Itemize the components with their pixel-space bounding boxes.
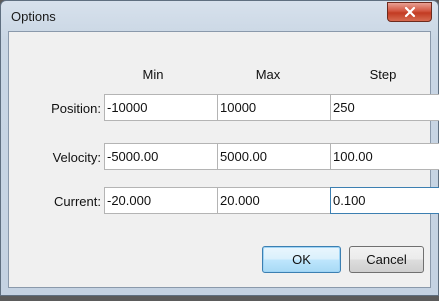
close-icon — [404, 6, 415, 18]
current-step-field[interactable] — [330, 187, 439, 214]
close-button[interactable] — [387, 2, 432, 22]
current-min-field[interactable] — [104, 187, 219, 214]
cancel-button[interactable]: Cancel — [349, 246, 424, 273]
position-step-field[interactable] — [330, 94, 439, 121]
velocity-min-field[interactable] — [104, 143, 219, 170]
current-label: Current: — [54, 194, 101, 209]
position-min-field[interactable] — [104, 94, 219, 121]
current-max-field[interactable] — [217, 187, 332, 214]
options-dialog: Options Min Max Step Position: Velocity:… — [0, 0, 439, 296]
title-bar[interactable]: Options — [1, 1, 438, 31]
dialog-body: Min Max Step Position: Velocity: Current… — [8, 31, 439, 288]
column-header-max: Max — [255, 67, 281, 82]
ok-button[interactable]: OK — [262, 246, 341, 273]
column-header-min: Min — [142, 67, 164, 82]
velocity-label: Velocity: — [52, 150, 101, 165]
velocity-step-field[interactable] — [330, 143, 439, 170]
velocity-max-field[interactable] — [217, 143, 332, 170]
column-header-step: Step — [369, 67, 397, 82]
dialog-title: Options — [11, 9, 56, 24]
position-max-field[interactable] — [217, 94, 332, 121]
position-label: Position: — [51, 101, 101, 116]
